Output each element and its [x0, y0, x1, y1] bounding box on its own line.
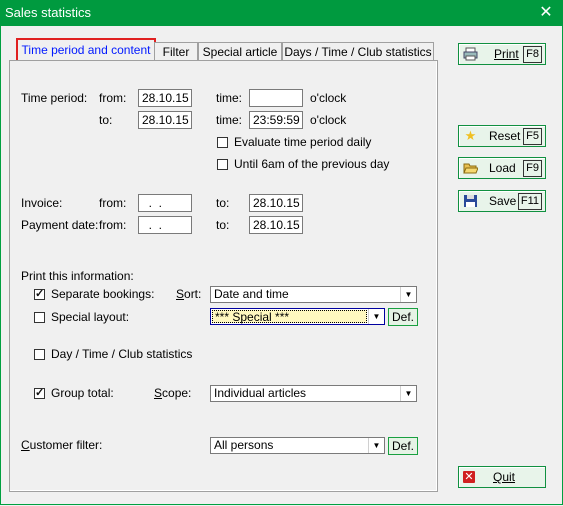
save-button[interactable]: Save F11: [458, 190, 546, 212]
save-label: Save: [489, 194, 517, 208]
time-period-from-date[interactable]: 28.10.15: [138, 89, 192, 107]
chevron-down-icon: ▼: [368, 438, 384, 453]
special-layout-value: *** Special ***: [212, 310, 367, 324]
special-layout-checkbox[interactable]: [34, 312, 45, 323]
scope-value: Individual articles: [214, 386, 307, 400]
save-key: F11: [517, 193, 542, 210]
reset-label: Reset: [489, 129, 521, 143]
close-x-icon: ✕: [463, 471, 475, 483]
load-label: Load: [489, 161, 516, 175]
floppy-disk-icon: [463, 194, 478, 208]
chevron-down-icon: ▼: [368, 309, 384, 324]
day-time-club-label: Day / Time / Club statistics: [51, 347, 193, 361]
load-key: F9: [523, 160, 542, 177]
folder-open-icon: [463, 161, 479, 175]
until-6am-label: Until 6am of the previous day: [234, 157, 390, 171]
payment-to-label: to:: [216, 218, 230, 232]
special-layout-select[interactable]: *** Special *** ▼: [210, 308, 385, 325]
special-layout-def-button[interactable]: Def.: [388, 308, 418, 326]
title-bar: Sales statistics ✕: [0, 0, 563, 26]
customer-filter-label: Customer filter:: [21, 438, 103, 452]
payment-from-label: from:: [99, 218, 127, 232]
payment-from-input[interactable]: . .: [138, 216, 192, 234]
evaluate-daily-checkbox[interactable]: [217, 137, 228, 148]
day-time-club-checkbox[interactable]: [34, 349, 45, 360]
time-period-from-label: from:: [99, 91, 127, 105]
reset-button[interactable]: ★ Reset F5: [458, 125, 546, 147]
evaluate-daily-label: Evaluate time period daily: [234, 135, 372, 149]
tab-filter[interactable]: Filter: [154, 42, 198, 61]
invoice-to-input[interactable]: 28.10.15: [249, 194, 303, 212]
tab-days-time-club-statistics[interactable]: Days / Time / Club statistics: [282, 42, 434, 61]
print-label: Print: [494, 47, 519, 61]
customer-filter-value: All persons: [214, 438, 274, 452]
time-period-from-time[interactable]: [249, 89, 303, 107]
sort-select[interactable]: Date and time ▼: [210, 286, 417, 303]
invoice-from-input[interactable]: . .: [138, 194, 192, 212]
separate-bookings-label: Separate bookings:: [51, 287, 155, 301]
chevron-down-icon: ▼: [400, 287, 416, 302]
customer-filter-label-rest: ustomer filter:: [29, 438, 103, 452]
chevron-down-icon: ▼: [400, 386, 416, 401]
customer-filter-def-button[interactable]: Def.: [388, 437, 418, 455]
scope-label: Scope:: [154, 386, 192, 400]
scope-select[interactable]: Individual articles ▼: [210, 385, 417, 402]
sort-value: Date and time: [214, 287, 289, 301]
close-icon[interactable]: ✕: [529, 0, 563, 26]
print-info-heading: Print this information:: [21, 269, 134, 283]
until-6am-checkbox[interactable]: [217, 159, 228, 170]
quit-label: Quit: [493, 470, 516, 484]
reset-key: F5: [523, 128, 542, 145]
print-button[interactable]: Print F8: [458, 43, 546, 65]
invoice-to-label: to:: [216, 196, 230, 210]
invoice-from-label: from:: [99, 196, 127, 210]
group-total-checkbox[interactable]: [34, 386, 45, 399]
scope-label-rest: cope:: [162, 386, 192, 400]
group-total-label: Group total:: [51, 386, 114, 400]
customer-filter-select[interactable]: All persons ▼: [210, 437, 385, 454]
load-button[interactable]: Load F9: [458, 157, 546, 179]
to-time-label: time:: [216, 113, 243, 127]
from-time-label: time:: [216, 91, 243, 105]
tab-special-article[interactable]: Special article: [198, 42, 282, 61]
sort-label: Sort:: [176, 287, 202, 301]
quit-button[interactable]: ✕ Quit: [458, 466, 546, 488]
separate-bookings-checkbox[interactable]: [34, 287, 45, 300]
time-period-to-label: to:: [99, 113, 113, 127]
from-oclock-label: o'clock: [310, 91, 347, 105]
to-oclock-label: o'clock: [310, 113, 347, 127]
sort-label-rest: ort:: [184, 287, 202, 301]
invoice-label: Invoice:: [21, 196, 63, 210]
printer-icon: [463, 47, 478, 61]
star-icon: ★: [464, 128, 477, 143]
print-key: F8: [523, 46, 542, 63]
time-period-to-date[interactable]: 28.10.15: [138, 111, 192, 129]
special-layout-label: Special layout:: [51, 310, 130, 324]
time-period-to-time[interactable]: 23:59:59: [249, 111, 303, 129]
payment-to-input[interactable]: 28.10.15: [249, 216, 303, 234]
payment-date-label: Payment date:: [21, 218, 99, 232]
time-period-label: Time period:: [21, 91, 88, 105]
window-title: Sales statistics: [5, 5, 91, 20]
